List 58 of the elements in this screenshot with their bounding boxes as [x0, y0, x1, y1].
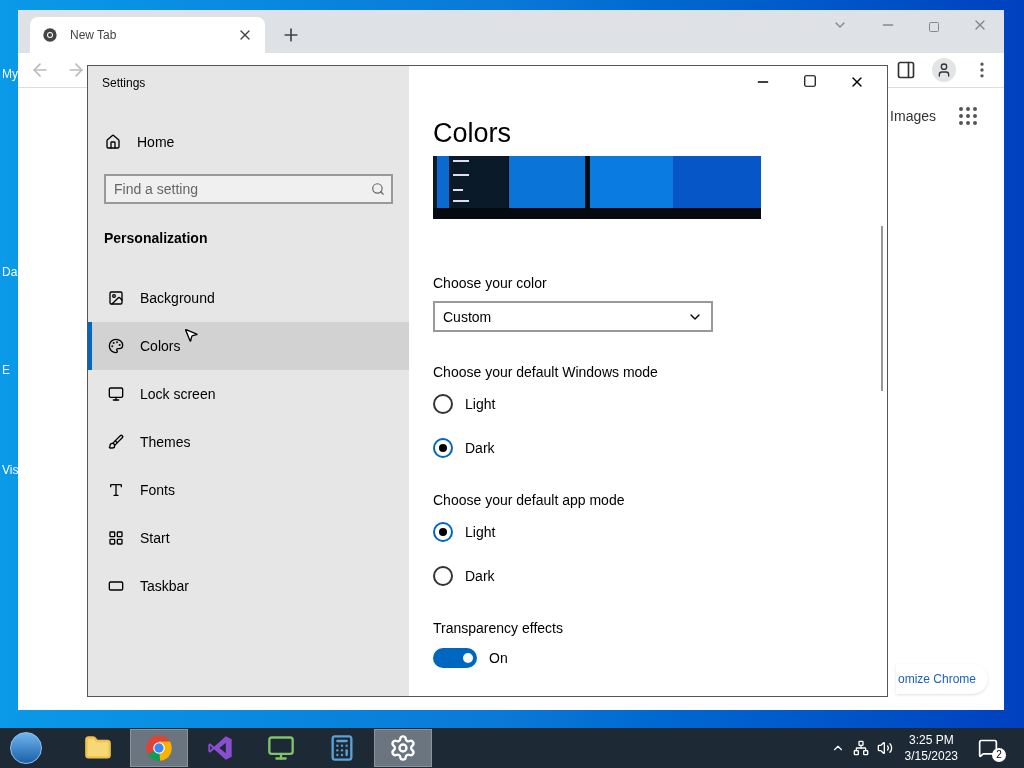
maximize-icon[interactable]	[803, 74, 817, 88]
toggle-state: On	[489, 649, 508, 668]
taskbar-app[interactable]	[374, 729, 432, 767]
radio-button[interactable]	[433, 394, 453, 414]
browser-icon	[145, 734, 173, 762]
volume-icon[interactable]	[876, 740, 893, 756]
group-label: Choose your default app mode	[433, 491, 626, 510]
settings-icon	[389, 734, 417, 762]
network-icon[interactable]	[852, 740, 869, 756]
group-label: Choose your default Windows mode	[433, 363, 659, 382]
infinity-ribbon-icon	[206, 734, 234, 762]
color-dropdown[interactable]: Custom	[433, 301, 713, 332]
nav-item[interactable]: Taskbar	[88, 562, 409, 610]
field-label: Choose your color	[433, 274, 548, 293]
taskbar-nav-icon	[108, 578, 124, 594]
lock-nav-icon	[108, 386, 124, 402]
notification-badge: 2	[992, 748, 1006, 762]
home-item[interactable]: Home	[88, 132, 409, 152]
radio-button[interactable]	[433, 438, 453, 458]
nav-item[interactable]: Themes	[88, 418, 409, 466]
search-icon	[371, 182, 385, 196]
nav-item[interactable]: Fonts	[88, 466, 409, 514]
side-panel-icon[interactable]	[896, 60, 916, 80]
radio-label: Dark	[465, 439, 495, 458]
window-title: Settings	[101, 75, 147, 91]
nav-item[interactable]: Background	[88, 274, 409, 322]
images-link[interactable]: Images	[890, 106, 936, 126]
colors-nav-icon	[108, 338, 124, 354]
folder-icon	[84, 734, 112, 762]
browser-logo-icon	[42, 27, 58, 43]
group-label: Transparency effects	[433, 619, 564, 638]
customize-button[interactable]: omize Chrome	[895, 664, 988, 694]
fonts-nav-icon	[108, 482, 124, 498]
browser-tab[interactable]: New Tab	[30, 17, 265, 53]
clock[interactable]: 3:25 PM 3/15/2023	[904, 732, 958, 764]
profile-icon[interactable]	[932, 58, 956, 82]
radio-button[interactable]	[433, 566, 453, 586]
page-title: Colors	[433, 120, 513, 147]
section-heading: Personalization	[103, 229, 209, 248]
radio-button[interactable]	[433, 522, 453, 542]
tab-title: New Tab	[70, 27, 118, 43]
themes-nav-icon	[108, 434, 124, 450]
nav-item[interactable]: Colors	[88, 322, 409, 370]
toggle-switch[interactable]	[433, 648, 477, 668]
apps-grid-icon[interactable]	[956, 104, 980, 128]
radio-label: Dark	[465, 567, 495, 586]
nav-item[interactable]: Start	[88, 514, 409, 562]
radio-label: Light	[465, 395, 496, 414]
scrollbar-thumb[interactable]	[881, 226, 883, 391]
search-field[interactable]: Find a setting	[104, 174, 393, 204]
background-nav-icon	[108, 290, 124, 306]
start-orb-icon[interactable]	[10, 732, 42, 764]
nav-item[interactable]: Lock screen	[88, 370, 409, 418]
notification-icon[interactable]	[978, 738, 998, 758]
start-nav-icon	[108, 530, 124, 546]
home-icon	[105, 134, 121, 150]
radio-label: Light	[465, 523, 496, 542]
monitor-icon	[267, 734, 295, 762]
